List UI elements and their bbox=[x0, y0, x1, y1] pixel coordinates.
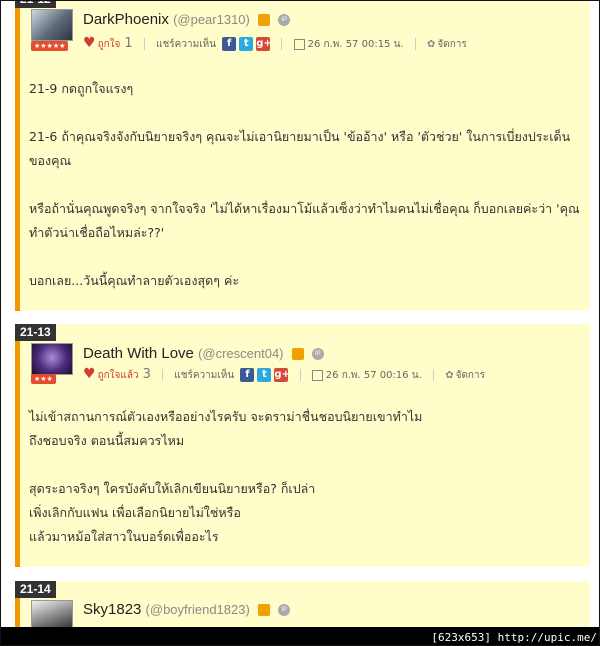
user-handle: (@pear1310) bbox=[173, 12, 250, 27]
gear-icon[interactable]: ✿ bbox=[427, 39, 435, 50]
username-line: DarkPhoenix (@pear1310) IP bbox=[83, 11, 291, 28]
comment-meta-row: ♥ ถูกใจ 1 แชร์ความเห็น f t g+ 26 ก.พ. 57 00:… bbox=[83, 34, 467, 52]
comment-paragraph: 21-6 ถ้าคุณจริงจังกับนิยายจริงๆ คุณจะไม่… bbox=[29, 129, 571, 144]
twitter-share-icon[interactable]: t bbox=[257, 368, 272, 382]
username-link[interactable]: Sky1823 bbox=[83, 601, 141, 618]
comment-paragraph: เพิ่งเลิกกับแฟน เพื่อเลือกนิยายไม่ใช่หรื… bbox=[29, 505, 241, 520]
avatar[interactable] bbox=[31, 9, 73, 41]
like-label[interactable]: ถูกใจ bbox=[98, 39, 121, 50]
user-handle: (@boyfriend1823) bbox=[145, 602, 250, 617]
googleplus-share-icon[interactable]: g+ bbox=[256, 37, 272, 51]
rank-icon bbox=[291, 348, 304, 361]
share-label: แชร์ความเห็น bbox=[174, 370, 235, 381]
comment-paragraph: ของคุณ bbox=[29, 153, 72, 168]
facebook-share-icon[interactable]: f bbox=[222, 37, 237, 51]
username-link[interactable]: Death With Love bbox=[83, 345, 194, 362]
ip-icon: IP bbox=[278, 604, 291, 617]
username-line: Death With Love (@crescent04) IP bbox=[83, 345, 324, 362]
comment-paragraph: ทำตัวน่าเชื่อถือไหมล่ะ??' bbox=[29, 225, 165, 240]
comment-card: 21-13 ★★★ Death With Love (@crescent04) … bbox=[15, 324, 590, 567]
calendar-icon bbox=[293, 38, 305, 50]
username-link[interactable]: DarkPhoenix bbox=[83, 11, 169, 28]
ip-icon: IP bbox=[311, 348, 324, 361]
comment-paragraph: 21-9 กดถูกใจแรงๆ bbox=[29, 81, 134, 96]
username-line: Sky1823 (@boyfriend1823) IP bbox=[83, 601, 291, 618]
post-date: 26 ก.พ. 57 00:16 น. bbox=[325, 370, 422, 381]
comment-paragraph: สุดระอาจริงๆ ใครบังคับให้เลิกเขียนนิยายห… bbox=[29, 481, 316, 496]
watermark-bar: [623x653] http://upic.me/ bbox=[1, 627, 599, 645]
avatar[interactable] bbox=[31, 600, 73, 630]
divider bbox=[143, 38, 145, 50]
comment-body: 21-9 กดถูกใจแรงๆ 21-6 ถ้าคุณจริงจังกับนิ… bbox=[29, 77, 580, 293]
manage-link[interactable]: จัดการ bbox=[456, 370, 485, 381]
comment-meta-row: ♥ ถูกใจแล้ว 3 แชร์ความเห็น f t g+ 26 ก.พ. 57… bbox=[83, 365, 485, 383]
avatar[interactable] bbox=[31, 343, 73, 375]
comment-paragraph: แล้วมาหม้อใส่สาวในบอร์ดเพื่ออะไร bbox=[29, 529, 219, 544]
twitter-share-icon[interactable]: t bbox=[239, 37, 254, 51]
divider bbox=[281, 38, 283, 50]
divider bbox=[433, 369, 434, 381]
user-handle: (@crescent04) bbox=[198, 346, 284, 361]
comment-paragraph: บอกเลย...วันนี้คุณทำลายตัวเองสุดๆ ค่ะ bbox=[29, 273, 240, 288]
rating-stars: ★★★ bbox=[31, 374, 56, 384]
heart-icon[interactable]: ♥ bbox=[83, 35, 96, 51]
ip-icon: IP bbox=[278, 14, 291, 27]
watermark-text: [623x653] http://upic.me/ bbox=[431, 631, 597, 644]
comment-body: ไม่เข้าสถานการณ์ตัวเองหรืออย่างไรครับ จะ… bbox=[29, 405, 422, 549]
screenshot-frame: 21-12 ★★★★★ DarkPhoenix (@pear1310) IP ♥… bbox=[0, 0, 600, 646]
like-count: 3 bbox=[142, 367, 151, 382]
heart-icon[interactable]: ♥ bbox=[83, 366, 96, 382]
comment-paragraph: ถึงชอบจริง ตอนนี้สมควรไหม bbox=[29, 433, 185, 448]
facebook-share-icon[interactable]: f bbox=[240, 368, 255, 382]
rank-icon bbox=[257, 604, 270, 617]
comment-paragraph: หรือถ้านั่นคุณพูดจริงๆ จากใจจริง 'ไม่ได้… bbox=[29, 201, 580, 216]
like-count: 1 bbox=[124, 36, 133, 51]
comment-number-badge: 21-14 bbox=[15, 581, 56, 598]
googleplus-share-icon[interactable]: g+ bbox=[274, 368, 290, 382]
comment-card: 21-12 ★★★★★ DarkPhoenix (@pear1310) IP ♥… bbox=[15, 1, 590, 311]
manage-link[interactable]: จัดการ bbox=[437, 39, 466, 50]
divider bbox=[299, 369, 301, 381]
post-date: 26 ก.พ. 57 00:15 น. bbox=[307, 39, 404, 50]
comment-number-badge: 21-12 bbox=[15, 1, 56, 8]
comment-paragraph: ไม่เข้าสถานการณ์ตัวเองหรืออย่างไรครับ จะ… bbox=[29, 409, 423, 424]
share-label: แชร์ความเห็น bbox=[156, 39, 217, 50]
rating-stars: ★★★★★ bbox=[31, 41, 69, 51]
comment-number-badge: 21-13 bbox=[15, 324, 56, 341]
like-label[interactable]: ถูกใจแล้ว bbox=[98, 370, 139, 381]
rank-icon bbox=[258, 14, 271, 27]
gear-icon[interactable]: ✿ bbox=[445, 370, 453, 381]
divider bbox=[162, 369, 164, 381]
calendar-icon bbox=[311, 369, 323, 381]
divider bbox=[414, 38, 416, 50]
